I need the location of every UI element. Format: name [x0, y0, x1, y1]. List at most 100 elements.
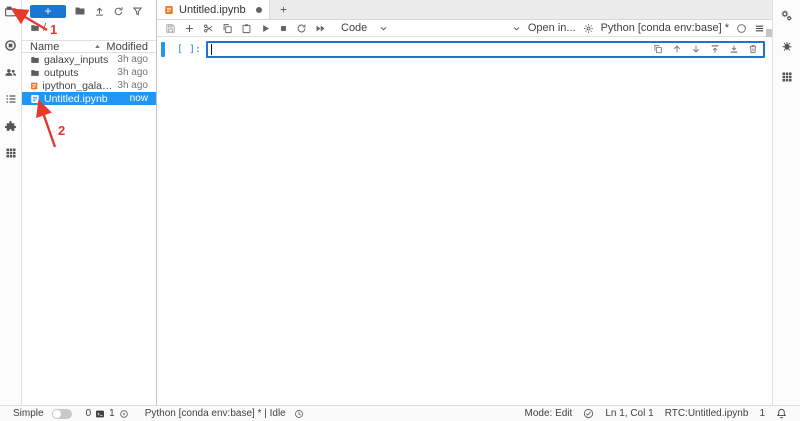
insert-cell-below-icon[interactable]: [729, 44, 739, 54]
hamburger-menu-icon[interactable]: [754, 23, 765, 34]
plus-icon: [184, 23, 195, 34]
rtc-indicator: RTC:Untitled.ipynb: [665, 408, 749, 419]
folder-icon: [30, 68, 40, 78]
property-inspector-tab[interactable]: [780, 6, 793, 24]
galaxy-tab-right[interactable]: [781, 68, 793, 86]
restart-run-all-button[interactable]: [314, 23, 327, 34]
new-tab-button[interactable]: [270, 0, 296, 19]
bug-icon: [781, 40, 793, 52]
refresh-icon[interactable]: [113, 6, 124, 17]
file-row-galaxy-inputs[interactable]: galaxy_inputs 3h ago: [22, 53, 156, 66]
file-browser-tab[interactable]: [0, 1, 22, 21]
kernel-name-button[interactable]: Python [conda env:base] *: [601, 22, 729, 34]
check-circle-icon: [583, 408, 594, 419]
status-bar: Simple 0 1 Python [conda env:base] * | I…: [0, 405, 800, 421]
stop-circle-icon: [4, 39, 17, 52]
play-icon: [260, 23, 271, 34]
column-name[interactable]: Name: [30, 41, 106, 53]
toggle-knob: [53, 410, 61, 418]
copy-button[interactable]: [221, 23, 234, 34]
kernel-icon: [119, 409, 129, 419]
delete-cell-icon[interactable]: [748, 44, 758, 54]
notebook-content: [ ]:: [157, 41, 772, 409]
notebook-icon: [164, 5, 174, 15]
filter-icon[interactable]: [132, 6, 143, 17]
folder-tab-icon: [4, 5, 17, 18]
grid-icon: [781, 71, 793, 83]
open-in-button[interactable]: Open in...: [528, 22, 576, 34]
move-cell-up-icon[interactable]: [672, 44, 682, 54]
extension-manager-tab[interactable]: [0, 116, 22, 136]
interrupt-button[interactable]: [278, 24, 289, 33]
tab-bar: Untitled.ipynb: [157, 0, 772, 20]
file-row-untitled-selected[interactable]: Untitled.ipynb now: [22, 92, 156, 105]
notebook-icon: [30, 81, 38, 91]
cursor-position[interactable]: Ln 1, Col 1: [605, 408, 653, 419]
stop-icon: [279, 24, 288, 33]
chevron-down-icon: [512, 24, 521, 33]
sessions-counts[interactable]: 0 1: [86, 408, 129, 419]
galaxy-tab[interactable]: [0, 143, 22, 163]
file-browser-panel: + / Name Modified galaxy_inputs 3h ago o…: [22, 0, 157, 405]
status-bar-left: Simple 0 1 Python [conda env:base] * | I…: [13, 408, 304, 419]
grid-icon: [5, 147, 17, 159]
debugger-tab[interactable]: [781, 37, 793, 55]
notebook-toolbar: Code Open in... Python [conda env:base] …: [157, 20, 772, 37]
file-list-header: Name Modified: [22, 40, 156, 53]
cell-input-prompt: [ ]:: [177, 44, 201, 55]
save-button[interactable]: [164, 23, 177, 34]
new-launcher-button[interactable]: +: [30, 5, 66, 18]
clock-icon: [294, 409, 304, 419]
column-modified[interactable]: Modified: [106, 41, 148, 53]
file-browser-toolbar: +: [22, 0, 156, 19]
list-icon: [5, 93, 17, 105]
paste-button[interactable]: [240, 23, 253, 34]
insert-cell-button[interactable]: [183, 23, 196, 34]
cell-editor[interactable]: [206, 41, 765, 58]
kernel-status-text[interactable]: Python [conda env:base] * | Idle: [145, 408, 286, 419]
mode-indicator: Mode: Edit: [525, 408, 573, 419]
fast-forward-icon: [315, 23, 326, 34]
file-list: galaxy_inputs 3h ago outputs 3h ago ipyt…: [22, 53, 156, 105]
move-cell-down-icon[interactable]: [691, 44, 701, 54]
run-button[interactable]: [259, 23, 272, 34]
table-of-contents-tab[interactable]: [0, 89, 22, 109]
file-row-ipython-galaxy[interactable]: ipython_galaxy_... 3h ago: [22, 79, 156, 92]
breadcrumb-root: /: [43, 22, 46, 34]
cut-button[interactable]: [202, 23, 215, 34]
restart-kernel-button[interactable]: [295, 23, 308, 34]
copy-icon: [222, 23, 233, 34]
collaboration-tab[interactable]: [0, 62, 22, 82]
duplicate-cell-icon[interactable]: [653, 44, 663, 54]
tab-untitled-ipynb[interactable]: Untitled.ipynb: [157, 0, 270, 19]
cell-toolbar: [653, 44, 758, 54]
users-icon: [4, 66, 17, 79]
upload-icon[interactable]: [94, 6, 105, 17]
scissors-icon: [203, 23, 214, 34]
insert-cell-above-icon[interactable]: [710, 44, 720, 54]
cell-type-select[interactable]: Code: [341, 22, 388, 34]
clipboard-icon: [241, 23, 252, 34]
text-cursor: [211, 44, 212, 55]
unsaved-dot-icon: [256, 7, 262, 13]
notebook-icon: [30, 94, 40, 104]
chevron-down-icon: [379, 24, 388, 33]
cell-collapser[interactable]: [161, 42, 165, 57]
code-cell: [ ]:: [157, 41, 772, 58]
restart-icon: [296, 23, 307, 34]
file-row-outputs[interactable]: outputs 3h ago: [22, 66, 156, 79]
kernel-status-idle-icon: [736, 23, 747, 34]
sort-ascending-icon: [93, 42, 102, 51]
bell-icon[interactable]: [776, 408, 787, 419]
breadcrumb[interactable]: /: [22, 19, 156, 34]
folder-icon: [30, 55, 40, 65]
main-dock-panel: Untitled.ipynb Code Open in... Python [c…: [157, 0, 772, 405]
status-bar-right: Mode: Edit Ln 1, Col 1 RTC:Untitled.ipyn…: [525, 408, 788, 419]
simple-mode-toggle[interactable]: [52, 409, 72, 419]
new-folder-icon[interactable]: [74, 5, 86, 17]
simple-mode-label: Simple: [13, 408, 44, 419]
plus-icon: [279, 5, 288, 14]
running-sessions-tab[interactable]: [0, 35, 22, 55]
gear-icon[interactable]: [583, 23, 594, 34]
left-activity-bar: [0, 0, 22, 405]
